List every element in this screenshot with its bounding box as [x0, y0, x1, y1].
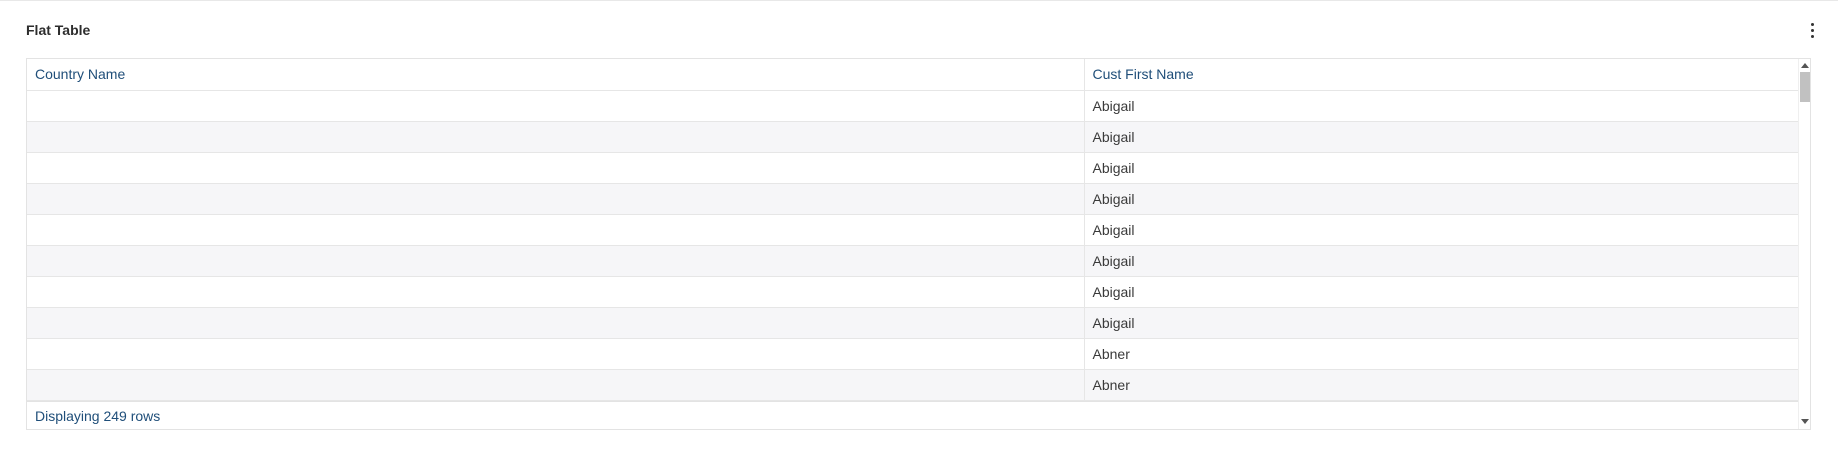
cell-country-name: [27, 276, 1085, 308]
cell-cust-first-name: Abner: [1084, 369, 1798, 401]
vertical-scrollbar[interactable]: [1798, 59, 1810, 429]
cell-cust-first-name: Abigail: [1084, 245, 1798, 277]
cell-cust-first-name: Abigail: [1084, 152, 1798, 184]
table-scroll-area[interactable]: Country Name Cust First Name Abigail Abi…: [27, 59, 1798, 401]
table-frame: Country Name Cust First Name Abigail Abi…: [26, 58, 1811, 430]
menu-dot: [1811, 29, 1814, 32]
cell-cust-first-name: Abner: [1084, 338, 1798, 370]
table-row[interactable]: Abigail: [27, 214, 1798, 246]
menu-dot: [1811, 35, 1814, 38]
table-row[interactable]: Abigail: [27, 121, 1798, 153]
table-row[interactable]: Abigail: [27, 90, 1798, 122]
table-row[interactable]: Abigail: [27, 245, 1798, 277]
table-footer: Displaying 249 rows: [27, 401, 1798, 429]
menu-dot: [1811, 23, 1814, 26]
widget-title: Flat Table: [26, 22, 91, 38]
column-header-cust-first-name[interactable]: Cust First Name: [1084, 59, 1798, 91]
table-row[interactable]: Abner: [27, 338, 1798, 370]
table-row[interactable]: Abigail: [27, 152, 1798, 184]
cell-country-name: [27, 121, 1085, 153]
table-row[interactable]: Abigail: [27, 276, 1798, 308]
scrollbar-thumb[interactable]: [1800, 72, 1810, 102]
cell-country-name: [27, 90, 1085, 122]
cell-cust-first-name: Abigail: [1084, 214, 1798, 246]
table-row[interactable]: Abigail: [27, 183, 1798, 215]
kebab-menu-icon[interactable]: [1806, 21, 1818, 41]
cell-country-name: [27, 369, 1085, 401]
table-row[interactable]: Abner: [27, 369, 1798, 401]
table-header-row: Country Name Cust First Name: [27, 59, 1798, 91]
cell-country-name: [27, 338, 1085, 370]
cell-cust-first-name: Abigail: [1084, 183, 1798, 215]
cell-cust-first-name: Abigail: [1084, 90, 1798, 122]
scroll-down-arrow-icon[interactable]: [1801, 419, 1809, 424]
cell-cust-first-name: Abigail: [1084, 307, 1798, 339]
cell-country-name: [27, 245, 1085, 277]
cell-country-name: [27, 183, 1085, 215]
cell-country-name: [27, 152, 1085, 184]
table-row[interactable]: Abigail: [27, 307, 1798, 339]
cell-country-name: [27, 214, 1085, 246]
column-header-country-name[interactable]: Country Name: [27, 59, 1085, 91]
cell-country-name: [27, 307, 1085, 339]
cell-cust-first-name: Abigail: [1084, 121, 1798, 153]
flat-table-widget: Flat Table Country Name Cust First Name …: [0, 1, 1838, 449]
scroll-up-arrow-icon[interactable]: [1801, 63, 1809, 68]
row-count-label: Displaying 249 rows: [35, 408, 161, 424]
data-table: Country Name Cust First Name Abigail Abi…: [27, 59, 1798, 401]
cell-cust-first-name: Abigail: [1084, 276, 1798, 308]
